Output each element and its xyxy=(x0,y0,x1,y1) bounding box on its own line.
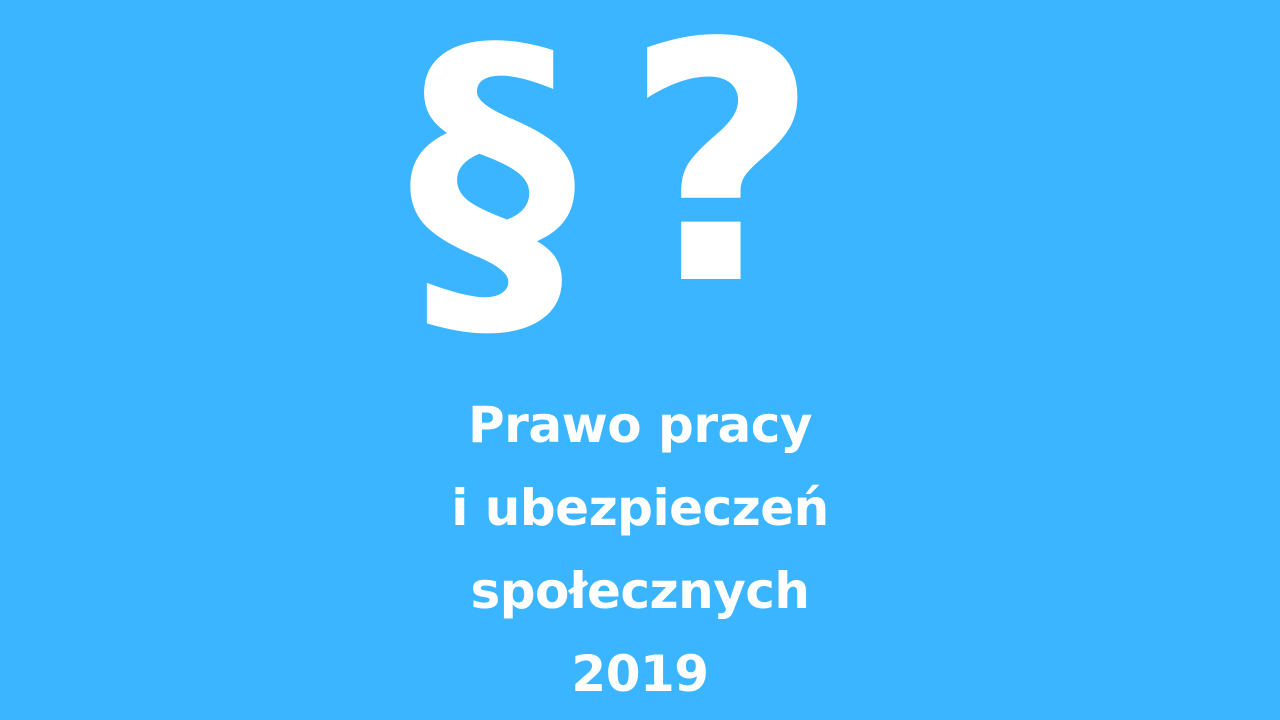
section-sign-icon: § xyxy=(408,0,576,383)
title-line-3: społecznych xyxy=(470,562,810,620)
hero-symbols: § ? xyxy=(0,0,1280,357)
question-mark-icon: ? xyxy=(624,0,820,357)
title-year: 2019 xyxy=(571,645,709,703)
title-line-1: Prawo pracy xyxy=(468,396,812,454)
title-block: Prawo pracy i ubezpieczeń społecznych 20… xyxy=(0,384,1280,716)
title-line-2: i ubezpieczeń xyxy=(451,479,829,537)
